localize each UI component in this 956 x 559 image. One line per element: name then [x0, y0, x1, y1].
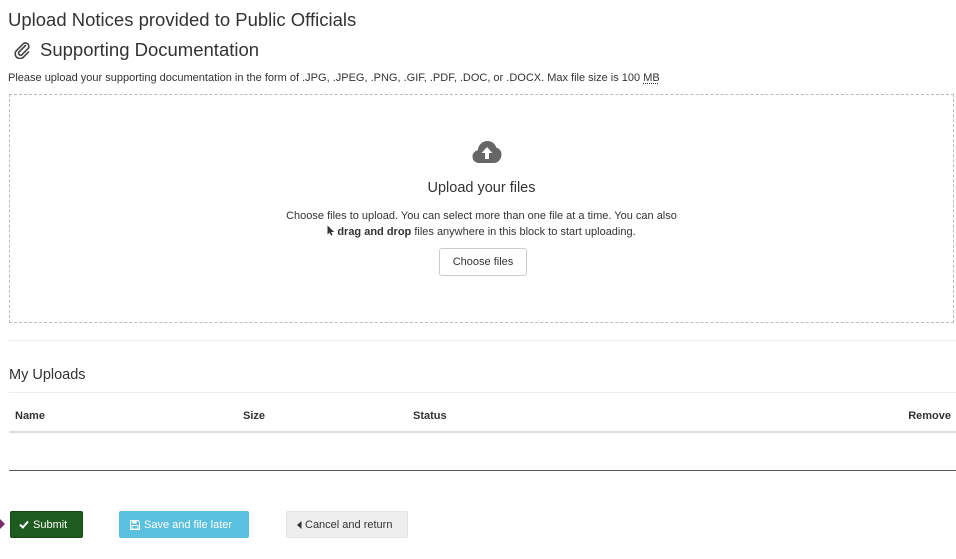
cloud-upload-icon — [472, 141, 502, 163]
focus-marker-icon — [0, 519, 5, 529]
submit-button[interactable]: Submit — [10, 511, 83, 538]
section-title: Supporting Documentation — [13, 38, 259, 62]
dropzone-title: Upload your files — [427, 180, 536, 196]
upload-page: Upload Notices provided to Public Offici… — [0, 0, 956, 559]
column-header-remove: Remove — [908, 410, 951, 422]
cancel-and-return-button[interactable]: Cancel and return — [286, 511, 408, 538]
instructions-text: Please upload your supporting documentat… — [8, 72, 644, 84]
submit-button-label: Submit — [33, 518, 68, 531]
file-size-unit: MB — [643, 72, 660, 84]
dropzone-help-line-2: drag and drop files anywhere in this blo… — [10, 225, 953, 239]
my-uploads-rule — [9, 392, 956, 393]
column-header-size: Size — [243, 410, 266, 422]
table-bottom-rule — [9, 470, 956, 471]
column-header-name: Name — [15, 410, 45, 422]
uploads-table-header: Name Size Status Remove — [9, 404, 956, 430]
save-button-label: Save and file later — [144, 518, 233, 531]
dropzone-help-line-2-rest: files anywhere in this block to start up… — [411, 226, 636, 238]
floppy-disk-icon — [130, 519, 140, 530]
check-icon — [19, 520, 29, 529]
my-uploads-title: My Uploads — [9, 367, 86, 383]
paperclip-icon — [14, 42, 30, 59]
column-header-status: Status — [413, 410, 447, 422]
choose-files-button[interactable]: Choose files — [439, 248, 527, 276]
page-title: Upload Notices provided to Public Offici… — [8, 9, 357, 30]
section-title-text: Supporting Documentation — [40, 39, 260, 60]
upload-instructions: Please upload your supporting documentat… — [8, 71, 660, 85]
uploads-table-body — [9, 433, 956, 470]
mouse-pointer-icon — [327, 225, 335, 236]
dropzone-help-line-1: Choose files to upload. You can select m… — [286, 210, 677, 222]
file-dropzone[interactable]: Upload your files Choose files to upload… — [9, 94, 954, 323]
drag-and-drop-text: drag and drop — [337, 226, 412, 238]
section-divider — [9, 340, 956, 341]
cancel-button-label: Cancel and return — [305, 518, 393, 531]
save-and-file-later-button[interactable]: Save and file later — [119, 511, 249, 538]
caret-left-icon — [297, 520, 302, 529]
